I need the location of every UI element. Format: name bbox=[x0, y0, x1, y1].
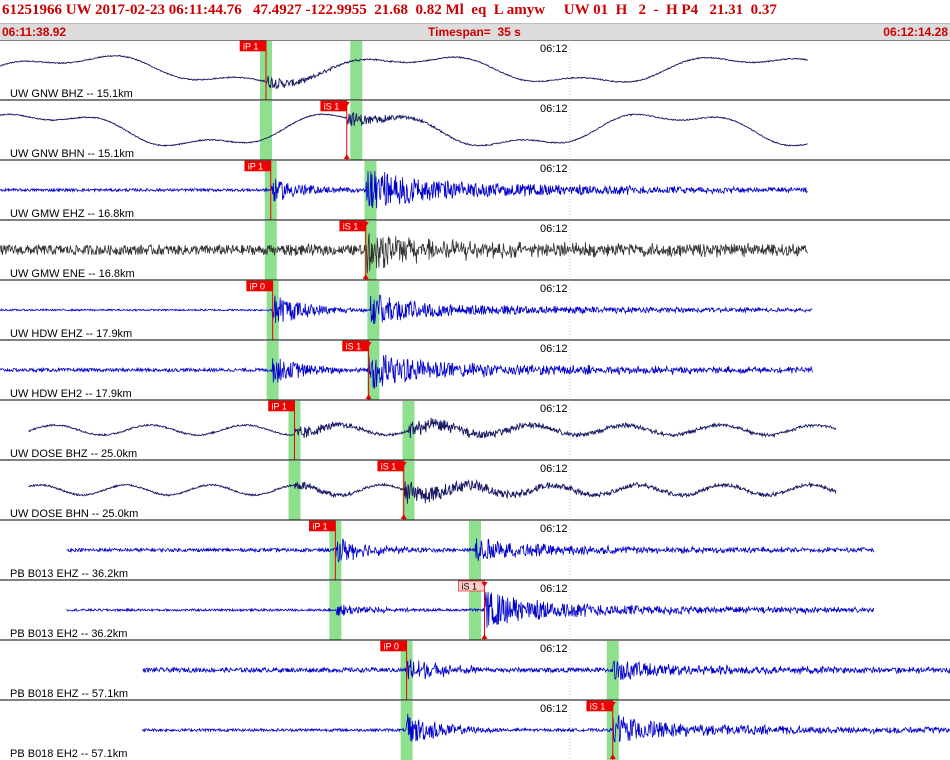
waveform bbox=[28, 417, 837, 439]
trace-row: 06:12 iS 1 UW GNW BHN -- 15.1km bbox=[0, 99, 950, 160]
pick-label: iP 1 bbox=[312, 522, 327, 532]
station-label: UW DOSE BHZ -- 25.0km bbox=[10, 448, 137, 460]
trace-row: 06:12 iP 1 UW GNW BHZ -- 15.1km bbox=[0, 40, 950, 100]
time-tick-label: 06:12 bbox=[540, 403, 568, 415]
time-tick-label: 06:12 bbox=[540, 583, 568, 595]
start-time: 06:11:38.92 bbox=[2, 25, 67, 39]
pick-label: iP 1 bbox=[248, 162, 263, 172]
time-tick-label: 06:12 bbox=[540, 103, 568, 115]
pick-label: iP 0 bbox=[384, 642, 399, 652]
station-label: UW HDW EHZ -- 17.9km bbox=[10, 328, 132, 340]
waveform bbox=[0, 112, 808, 147]
station-label: UW HDW EH2 -- 17.9km bbox=[10, 388, 132, 400]
timespan: Timespan= 35 s bbox=[428, 25, 521, 39]
waveform bbox=[0, 294, 813, 325]
time-tick-label: 06:12 bbox=[540, 223, 568, 235]
pick-label: iS 1 bbox=[381, 462, 397, 472]
trace-row: 06:12 iP 0 PB B018 EHZ -- 57.1km bbox=[0, 639, 950, 700]
pick-label: iP 1 bbox=[243, 42, 258, 52]
pick-label: iS 1 bbox=[462, 582, 478, 592]
time-tick-label: 06:12 bbox=[540, 463, 568, 475]
station-label: UW GNW BHZ -- 15.1km bbox=[10, 88, 133, 100]
station-label: PB B018 EHZ -- 57.1km bbox=[10, 688, 128, 700]
end-time: 06:12:14.28 bbox=[883, 25, 948, 39]
pick-label: iP 0 bbox=[250, 282, 265, 292]
pick-window bbox=[288, 461, 301, 520]
trace-row: 06:12 iP 1 UW DOSE BHZ -- 25.0km bbox=[0, 399, 950, 460]
trace-row: 06:12 iS 1 PB B013 EH2 -- 36.2km bbox=[0, 579, 950, 640]
waveform bbox=[0, 54, 808, 90]
event-title: 61251966 UW 2017-02-23 06:11:44.76 47.49… bbox=[2, 2, 777, 18]
timespan-value: 35 s bbox=[497, 25, 521, 39]
time-tick-label: 06:12 bbox=[540, 343, 568, 355]
trace-row: 06:12 iS 1 UW GMW ENE -- 16.8km bbox=[0, 219, 950, 280]
station-label: PB B013 EHZ -- 36.2km bbox=[10, 568, 128, 580]
trace-row: 06:12 iP 1 UW GMW EHZ -- 16.8km bbox=[0, 159, 950, 220]
waveform bbox=[0, 170, 808, 209]
time-tick-label: 06:12 bbox=[540, 523, 568, 535]
time-tick-label: 06:12 bbox=[540, 703, 568, 715]
pick-label: iS 1 bbox=[590, 702, 606, 712]
trace-row: 06:12 iP 1 PB B013 EHZ -- 36.2km bbox=[0, 519, 950, 580]
time-tick-label: 06:12 bbox=[540, 43, 568, 55]
pick-arrow-bottom bbox=[343, 154, 350, 159]
station-label: UW GMW EHZ -- 16.8km bbox=[10, 208, 134, 220]
waveform bbox=[142, 659, 950, 681]
pick-label: iS 1 bbox=[343, 222, 359, 232]
station-label: UW DOSE BHN -- 25.0km bbox=[10, 508, 138, 520]
station-label: UW GNW BHN -- 15.1km bbox=[10, 148, 134, 160]
trace-row: 06:12 iS 1 UW HDW EH2 -- 17.9km bbox=[0, 339, 950, 400]
pick-window bbox=[260, 101, 272, 160]
station-label: PB B018 EH2 -- 57.1km bbox=[10, 748, 127, 760]
trace-row: 06:12 iS 1 PB B018 EH2 -- 57.1km bbox=[0, 699, 950, 760]
time-tick-label: 06:12 bbox=[540, 283, 568, 295]
event-header: 61251966 UW 2017-02-23 06:11:44.76 47.49… bbox=[0, 0, 950, 40]
timespan-label: Timespan= bbox=[428, 25, 491, 39]
time-tick-label: 06:12 bbox=[540, 643, 568, 655]
pick-arrow-bottom bbox=[481, 634, 488, 639]
pick-label: iS 1 bbox=[324, 102, 340, 112]
trace-row: 06:12 iP 0 UW HDW EHZ -- 17.9km bbox=[0, 279, 950, 340]
station-label: UW GMW ENE -- 16.8km bbox=[10, 268, 135, 280]
pick-window bbox=[350, 41, 363, 100]
trace-row: 06:12 iS 1 UW DOSE BHN -- 25.0km bbox=[0, 459, 950, 520]
waveform bbox=[0, 354, 813, 390]
pick-label: iP 1 bbox=[272, 402, 287, 412]
pick-window bbox=[350, 101, 363, 160]
waveform bbox=[142, 713, 950, 743]
time-tick-label: 06:12 bbox=[540, 163, 568, 175]
waveform bbox=[28, 478, 837, 504]
station-label: PB B013 EH2 -- 36.2km bbox=[10, 628, 127, 640]
pick-label: iS 1 bbox=[346, 342, 362, 352]
seismogram-panel[interactable]: 06:12 iP 1 UW GNW BHZ -- 15.1km 06:12 iS 1 UW… bbox=[0, 40, 950, 760]
time-info-bar: 06:11:38.92 Timespan= 35 s 06:12:14.28 bbox=[0, 23, 950, 40]
